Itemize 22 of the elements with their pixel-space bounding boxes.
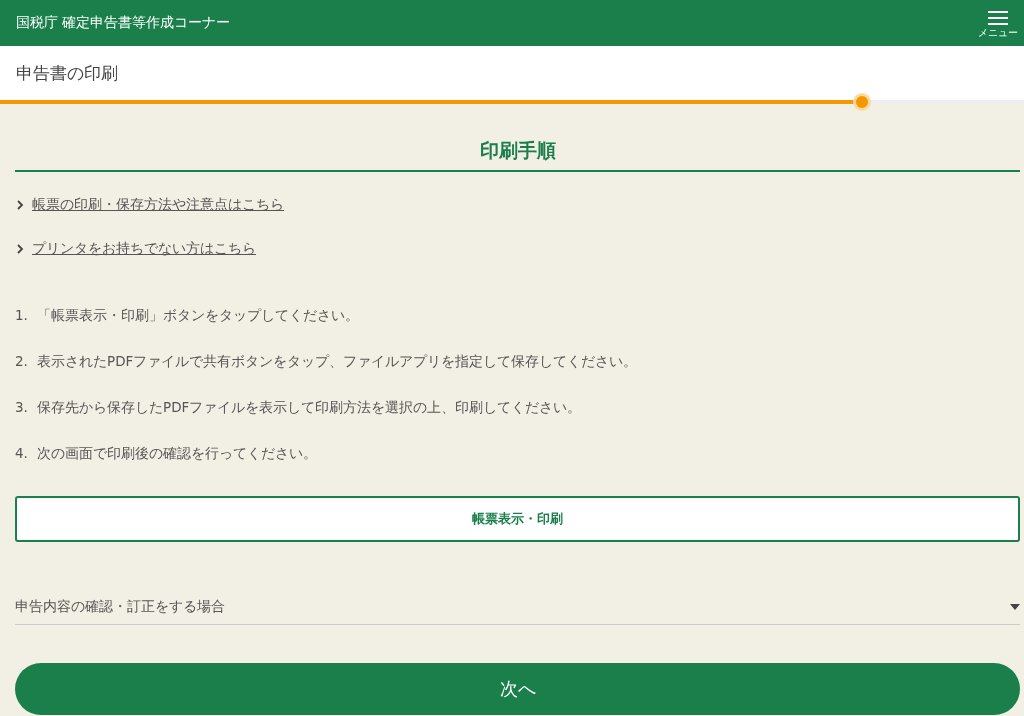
- step-text: 表示されたPDFファイルで共有ボタンをタップ、ファイルアプリを指定して保存してください。: [37, 352, 638, 371]
- page-title: 申告書の印刷: [16, 61, 118, 85]
- menu-button[interactable]: メニュー: [972, 6, 1024, 40]
- accordion-toggle[interactable]: 申告内容の確認・訂正をする場合: [15, 594, 1020, 625]
- help-link[interactable]: 帳票の印刷・保存方法や注意点はこちら: [32, 196, 284, 214]
- chevron-right-icon: [17, 200, 24, 210]
- menu-icon: [988, 10, 1008, 26]
- step-number: 1.: [15, 306, 29, 325]
- caret-icon: [1010, 604, 1020, 610]
- step-text: 次の画面で印刷後の確認を行ってください。: [37, 444, 317, 463]
- step-number: 4.: [15, 444, 29, 463]
- step-text: 「帳票表示・印刷」ボタンをタップしてください。: [37, 306, 359, 325]
- help-link[interactable]: プリンタをお持ちでない方はこちら: [32, 240, 256, 258]
- step-number: 2.: [15, 352, 29, 371]
- step-number: 3.: [15, 398, 29, 417]
- next-button[interactable]: 次へ: [15, 663, 1020, 715]
- step-text: 保存先から保存したPDFファイルを表示して印刷方法を選択の上、印刷してください。: [37, 398, 582, 417]
- section-heading: 印刷手順: [15, 138, 1020, 172]
- app-title: 国税庁 確定申告書等作成コーナー: [16, 14, 231, 32]
- print-button[interactable]: 帳票表示・印刷: [15, 496, 1020, 542]
- progress-knob: [856, 96, 869, 108]
- chevron-right-icon: [17, 244, 24, 254]
